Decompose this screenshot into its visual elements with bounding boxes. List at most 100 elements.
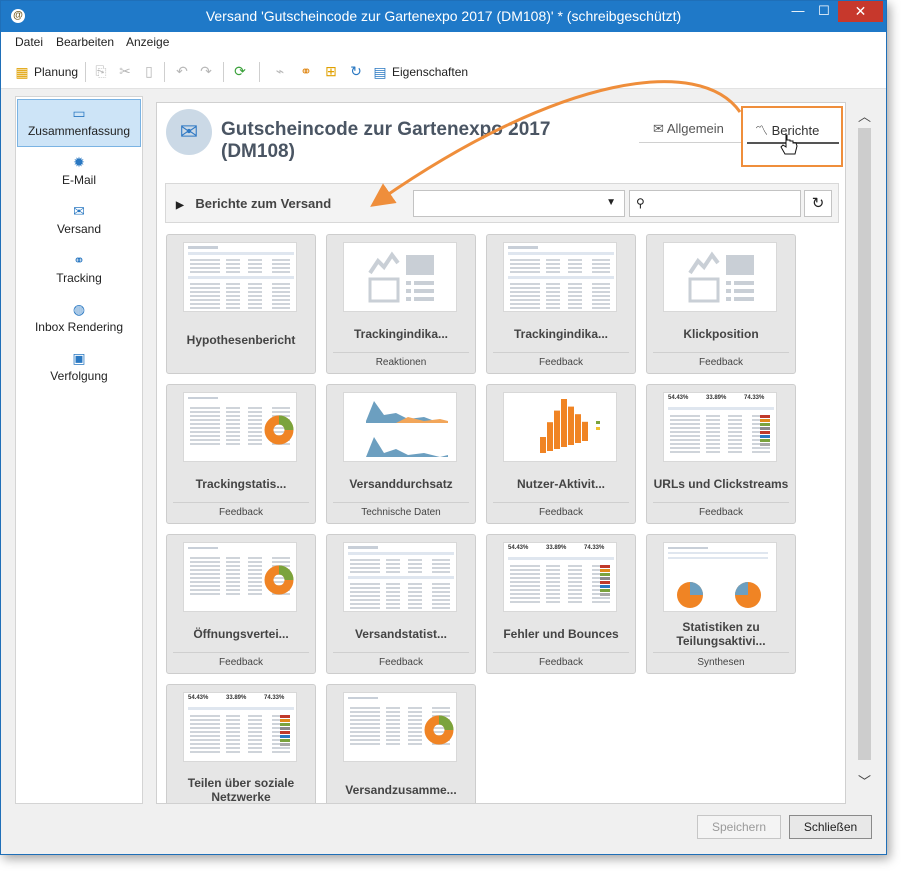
properties-button[interactable]: ▤ Eigenschaften: [372, 63, 468, 81]
report-card[interactable]: 54.43% 33.89% 74.33% Fehler und Bounces Feed…: [486, 534, 636, 674]
report-title: URLs und Clickstreams: [653, 477, 789, 491]
thumb-shape: [600, 577, 610, 580]
thumb-shape: [272, 259, 290, 261]
thumb-shape: [386, 731, 400, 733]
sidebar-item-tracking[interactable]: ⚭ Tracking: [17, 247, 141, 285]
thumb-shape: [226, 727, 240, 729]
gift-icon[interactable]: ⊞: [323, 63, 339, 79]
thumb-shape: [546, 259, 560, 261]
thumb-shape: [350, 707, 380, 709]
close-button[interactable]: Schließen: [789, 815, 872, 839]
thumb-shape: [670, 443, 700, 445]
sidebar-item-email[interactable]: ✹ E-Mail: [17, 149, 141, 187]
thumb-shape: [226, 585, 240, 587]
thumb-shape: [546, 307, 560, 309]
thumb-shape: [706, 447, 720, 449]
tab-general[interactable]: ✉ Allgemein: [639, 121, 743, 143]
report-card[interactable]: Öffnungsvertei... Feedback: [166, 534, 316, 674]
report-card[interactable]: Trackingstatis... Feedback: [166, 384, 316, 524]
title-bar[interactable]: @ Versand 'Gutscheincode zur Gartenexpo …: [1, 1, 886, 32]
report-card[interactable]: Versanddurchsatz Technische Daten: [326, 384, 476, 524]
scroll-down-arrow-icon[interactable]: ﹀: [857, 771, 872, 790]
minimize-button[interactable]: —: [787, 1, 809, 22]
thumb-shape: [248, 593, 262, 595]
thumb-shape: [188, 707, 294, 710]
link-icon[interactable]: ⚭: [298, 63, 314, 79]
report-card[interactable]: 54.43% 33.89% 74.33% Teilen über soziale Ne…: [166, 684, 316, 803]
sidebar-item-delivery[interactable]: ✉ Versand: [17, 198, 141, 236]
attachment-icon[interactable]: ⌁: [272, 63, 288, 79]
thumb-shape: [510, 263, 540, 265]
thumb-shape: [226, 577, 240, 579]
thumb-shape: [248, 423, 262, 425]
thumb-shape: [568, 601, 582, 603]
thumb-shape: [568, 299, 582, 301]
copy-icon[interactable]: ⎘: [93, 63, 109, 79]
report-card[interactable]: 54.43% 33.89% 74.33% URLs und Clickstreams F…: [646, 384, 796, 524]
sidebar-item-audit[interactable]: ▣ Verfolgung: [17, 345, 141, 383]
thumb-shape: [386, 743, 400, 745]
report-placeholder-icon: [368, 251, 434, 303]
report-card[interactable]: Versandzusamme...: [326, 684, 476, 803]
vertical-scrollbar[interactable]: ︿ ﹀: [857, 98, 872, 804]
thumb-shape: [386, 583, 400, 585]
tab-general-label: Allgemein: [666, 121, 724, 136]
close-window-button[interactable]: ✕: [838, 1, 883, 22]
thumb-shape: [226, 307, 240, 309]
report-card[interactable]: Versandstatist... Feedback: [326, 534, 476, 674]
scroll-up-arrow-icon[interactable]: ︿: [857, 106, 872, 125]
menu-file[interactable]: Datei: [15, 35, 43, 49]
report-card[interactable]: Trackingindika... Feedback: [486, 234, 636, 374]
report-card[interactable]: Statistiken zu Teilungsaktivi... Synthese…: [646, 534, 796, 674]
redo-icon[interactable]: ↷: [198, 63, 214, 79]
thumb-shape: [190, 259, 220, 261]
maximize-button[interactable]: ☐: [813, 1, 835, 22]
report-card[interactable]: Klickposition Feedback: [646, 234, 796, 374]
thumb-shape: [248, 719, 262, 721]
thumb-shape: [568, 259, 582, 261]
category-select[interactable]: ▼: [413, 190, 625, 217]
report-category: Feedback: [493, 502, 629, 518]
thumb-shape: [226, 299, 240, 301]
thumb-shape: [248, 735, 262, 737]
toolbar: ▦ Planung ⎘ ✂ ▯ ↶ ↷ ⟳ ⌁ ⚭ ⊞ ↻ ▤ Eigensch…: [1, 54, 886, 89]
refresh-icon[interactable]: ⟳: [232, 63, 248, 79]
report-card[interactable]: Nutzer-Aktivit... Feedback: [486, 384, 636, 524]
thumb-stat: 54.43%: [188, 695, 209, 701]
menu-view[interactable]: Anzeige: [126, 35, 169, 49]
sync-icon[interactable]: ↻: [348, 63, 364, 79]
thumb-shape: [668, 407, 774, 410]
thumb-shape: [248, 411, 262, 413]
scrollbar-thumb[interactable]: [858, 128, 871, 760]
thumb-shape: [546, 601, 560, 603]
report-title: Klickposition: [683, 327, 759, 341]
sidebar-item-inbox-rendering[interactable]: ◍ Inbox Rendering: [17, 296, 141, 334]
refresh-button[interactable]: ↻: [804, 190, 832, 217]
planning-button[interactable]: ▦ Planung: [14, 63, 78, 81]
report-thumbnail: [503, 392, 617, 462]
thumb-shape: [600, 589, 610, 592]
report-placeholder-icon: [688, 251, 754, 303]
audit-icon: ▣: [72, 350, 86, 366]
thumb-shape: [546, 573, 560, 575]
report-card[interactable]: Hypothesenbericht: [166, 234, 316, 374]
report-title: Versandstatist...: [354, 627, 448, 641]
clipboard-icon: ▤: [373, 64, 387, 80]
thumb-shape: [226, 283, 240, 285]
thumb-shape: [190, 427, 220, 429]
thumb-shape: [568, 295, 582, 297]
filter-toggle[interactable]: ▶ Berichte zum Versand: [176, 196, 331, 211]
undo-icon[interactable]: ↶: [174, 63, 190, 79]
cut-icon[interactable]: ✂: [117, 63, 133, 79]
save-button[interactable]: Speichern: [697, 815, 781, 839]
thumb-shape: [248, 569, 262, 571]
sidebar-item-summary[interactable]: ▭ Zusammenfassung: [17, 99, 141, 147]
delete-icon[interactable]: ▯: [141, 63, 157, 79]
search-input[interactable]: ⚲: [629, 190, 801, 217]
thumb-shape: [546, 271, 560, 273]
thumb-shape: [280, 723, 290, 726]
report-card[interactable]: Trackingindika... Reaktionen: [326, 234, 476, 374]
thumb-shape: [190, 299, 220, 301]
thumb-shape: [350, 731, 380, 733]
menu-edit[interactable]: Bearbeiten: [56, 35, 114, 49]
